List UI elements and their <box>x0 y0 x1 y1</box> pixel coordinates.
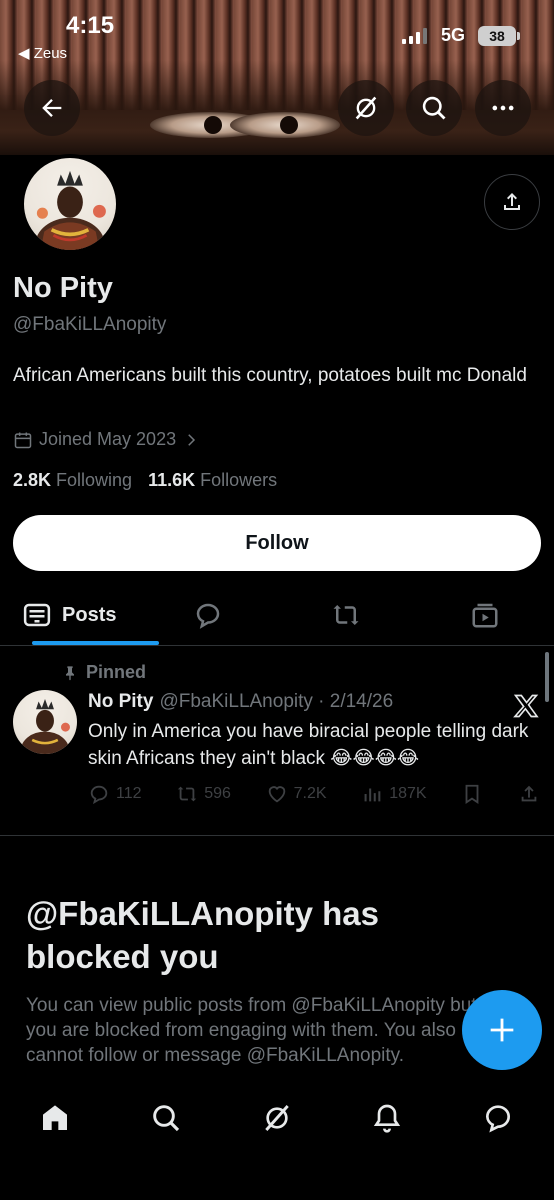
status-bar: 4:15 ◀ Zeus 5G 38 <box>0 0 554 70</box>
repost-icon <box>178 786 197 802</box>
tweet-divider <box>0 835 554 836</box>
following-link[interactable]: 2.8K Following <box>13 470 132 491</box>
share-icon <box>504 193 520 210</box>
posts-icon <box>23 603 51 627</box>
grok-icon <box>355 96 377 120</box>
reply-count: 112 <box>116 785 142 802</box>
reply-button[interactable]: 112 <box>88 783 142 805</box>
followers-link[interactable]: 11.6K Followers <box>148 470 277 491</box>
share-icon <box>521 785 537 802</box>
media-icon <box>472 603 498 628</box>
avatar-image <box>35 170 106 250</box>
plus-icon <box>490 1018 514 1042</box>
joined-label: Joined May 2023 <box>39 429 177 449</box>
tab-reposts[interactable] <box>277 585 416 645</box>
message-bubble-icon <box>485 1105 510 1133</box>
blocked-description: You can view public posts from @FbaKiLLA… <box>26 995 477 1066</box>
nav-search[interactable] <box>146 1098 186 1138</box>
status-time: 4:15 <box>66 12 115 39</box>
chevron-right-icon <box>188 433 196 446</box>
tabs-divider <box>0 645 554 646</box>
views-button[interactable]: 187K <box>361 783 427 805</box>
back-arrow-icon <box>42 99 62 117</box>
following-count: 2.8K <box>13 470 52 490</box>
battery-icon: 38 <box>478 26 520 46</box>
like-count: 7.2K <box>293 785 327 802</box>
nav-messages[interactable] <box>478 1098 518 1138</box>
views-count: 187K <box>389 785 427 802</box>
home-icon <box>43 1105 67 1130</box>
search-icon <box>422 96 446 120</box>
profile-handle: @FbaKiLLAnopity <box>13 314 167 335</box>
heart-icon <box>268 786 285 803</box>
pinned-label: Pinned <box>86 662 147 682</box>
tab-posts[interactable]: Posts <box>0 585 139 645</box>
tweet-header[interactable]: No Pity @FbaKiLLAnopity · 2/14/26 <box>88 691 393 713</box>
grok-button[interactable] <box>338 80 394 136</box>
compose-button[interactable] <box>462 990 542 1070</box>
bell-icon <box>373 1104 401 1133</box>
tweet-avatar-image <box>20 698 70 754</box>
tab-replies[interactable] <box>139 585 278 645</box>
bookmark-button[interactable] <box>461 783 483 805</box>
back-to-app-link[interactable]: ◀ Zeus <box>18 44 67 62</box>
nav-home[interactable] <box>35 1098 75 1138</box>
more-button[interactable] <box>475 80 531 136</box>
x-logo-icon <box>513 694 539 718</box>
tweet-actions: 112 596 7.2K 187K <box>88 783 540 805</box>
repost-button[interactable]: 596 <box>176 783 231 805</box>
tweet-avatar[interactable] <box>13 690 77 754</box>
profile-avatar[interactable] <box>20 154 120 254</box>
nav-notifications[interactable] <box>367 1098 407 1138</box>
blocked-title: @FbaKiLLAnopity has blocked you <box>26 895 380 975</box>
tweet-share-button[interactable] <box>518 783 540 805</box>
repost-count: 596 <box>204 785 231 802</box>
like-button[interactable]: 7.2K <box>266 783 327 805</box>
network-type: 5G <box>441 25 466 45</box>
search-icon <box>153 1105 180 1132</box>
pinned-indicator: Pinned <box>62 662 146 683</box>
reply-icon <box>90 785 108 805</box>
profile-tabs: Posts <box>0 585 554 645</box>
follow-button[interactable]: Follow <box>13 515 541 571</box>
tweet-text: Only in America you have biracial people… <box>88 721 529 769</box>
banner-eye-right <box>230 112 340 138</box>
search-button[interactable] <box>406 80 462 136</box>
bookmark-icon <box>465 784 479 804</box>
nav-grok[interactable] <box>257 1098 297 1138</box>
followers-label: Followers <box>200 470 278 490</box>
tweet-author: No Pity <box>88 691 154 712</box>
profile-bio: African Americans built this country, po… <box>13 365 527 386</box>
profile-name: No Pity <box>13 272 113 304</box>
scrollbar[interactable] <box>545 652 549 702</box>
more-icon <box>492 105 514 111</box>
tweet-meta: @FbaKiLLAnopity · 2/14/26 <box>159 691 394 712</box>
calendar-icon <box>14 432 32 448</box>
pin-icon <box>66 665 74 680</box>
signal-icon <box>402 28 427 44</box>
follow-counts: 2.8K Following 11.6K Followers <box>13 470 277 491</box>
bottom-navigation <box>0 1072 554 1200</box>
views-icon <box>364 788 381 802</box>
tab-media[interactable] <box>416 585 554 645</box>
grok-icon <box>265 1105 289 1131</box>
share-button[interactable] <box>484 174 540 230</box>
joined-date[interactable]: Joined May 2023 <box>13 429 200 450</box>
followers-count: 11.6K <box>148 470 196 490</box>
reply-bubble-icon <box>196 603 219 629</box>
following-label: Following <box>56 470 133 490</box>
back-button[interactable] <box>24 80 80 136</box>
tab-posts-label: Posts <box>62 603 117 626</box>
repost-icon <box>333 605 359 625</box>
